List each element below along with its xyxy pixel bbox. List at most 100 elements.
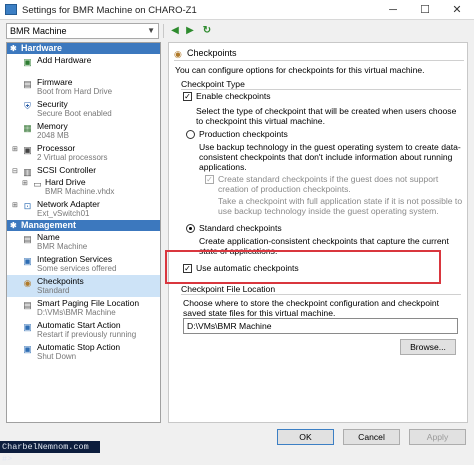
browse-button[interactable]: Browse... [400,339,456,355]
star-icon: ✱ [10,44,17,53]
hardware-section-header[interactable]: ✱ Hardware [7,43,160,54]
console-watermark: CharbelNemnom.com #> [0,441,100,464]
expand-icon[interactable]: ⊞ [22,179,28,187]
tree-item-label: Smart Paging File Location [37,298,140,308]
tree-item-name[interactable]: ▤ Name BMR Machine [7,231,160,253]
memory-icon: ▦ [23,123,32,133]
network-icon: ⊡ [23,201,32,211]
machine-dropdown-value: BMR Machine [10,26,67,36]
checkpoint-type-group-label: Checkpoint Type [181,79,245,89]
tree-item-label: Processor [37,143,76,153]
back-arrow-icon[interactable]: ◀ [168,23,182,38]
cancel-button[interactable]: Cancel [343,429,400,445]
tree-item-label: Network Adapter [37,199,100,209]
tree-item-label: Integration Services [37,254,113,264]
forward-arrow-icon[interactable]: ▶ [183,23,197,38]
tree-item-sub: Restart if previously running [37,330,137,339]
tree-item-label: Hard Drive [45,177,86,187]
maximize-button[interactable]: ☐ [410,0,440,20]
tree-item-label: Automatic Start Action [37,320,121,330]
create-standard-checkbox[interactable]: ✓ [205,175,214,184]
enable-checkpoints-checkbox[interactable]: ✓ [183,92,192,101]
divider [181,89,461,90]
toolbar-separator [163,24,164,38]
tree-item-label: SCSI Controller [37,165,97,175]
tree-item-sub: BMR Machine.vhdx [45,187,115,196]
start-action-icon: ▣ [23,322,32,332]
tree-item-hard-drive[interactable]: ⊞ ▭ Hard Drive BMR Machine.vhdx [7,176,160,198]
tree-item-checkpoints[interactable]: ◉ Checkpoints Standard [7,275,160,297]
enable-checkpoints-label: Enable checkpoints [196,91,271,101]
panel-heading: Checkpoints [187,48,237,58]
apply-button[interactable]: Apply [409,429,466,445]
shield-icon: ⛨ [24,101,31,111]
tree-item-network-adapter[interactable]: ⊞ ⊡ Network Adapter Ext_vSwitch01 [7,198,160,220]
tree-item-sub: Boot from Hard Drive [37,87,113,96]
expand-icon[interactable]: ⊞ [12,201,18,209]
integration-icon: ▣ [23,256,32,266]
tree-item-sub: Standard [37,286,70,295]
tree-item-label: Checkpoints [37,276,84,286]
window-title: Settings for BMR Machine on CHARO-Z1 [22,5,197,16]
tree-item-sub: Shut Down [37,352,77,361]
machine-dropdown[interactable]: BMR Machine ▼ [6,23,159,39]
tree-item-scsi[interactable]: ⊟ ▥ SCSI Controller [7,164,160,177]
create-standard-label: Create standard checkpoints if the guest… [218,174,439,195]
minimize-button[interactable]: ─ [378,0,408,20]
tree-item-firmware[interactable]: ▤ Firmware Boot from Hard Drive [7,76,160,98]
tree-item-label: Memory [37,121,68,131]
production-checkpoints-label: Production checkpoints [199,129,288,139]
checkpoint-location-input[interactable]: D:\VMs\BMR Machine [183,318,458,334]
tree-item-label: Name [37,232,60,242]
tree-item-label: Automatic Stop Action [37,342,121,352]
tree-item-label: Security [37,99,68,109]
checkpoint-icon: ◉ [23,278,32,288]
tree-item-sub: 2 Virtual processors [37,153,108,162]
title-bar: Settings for BMR Machine on CHARO-Z1 ─ ☐… [0,0,474,20]
intro-text: You can configure options for checkpoint… [175,65,425,75]
hardware-header-label: Hardware [21,43,63,53]
tree-item-smart-paging[interactable]: ▤ Smart Paging File Location D:\VMs\BMR … [7,297,160,319]
standard-checkpoints-label: Standard checkpoints [199,223,282,233]
divider [181,294,461,295]
ok-button[interactable]: OK [277,429,334,445]
settings-tree[interactable]: ✱ Hardware ▣ Add Hardware ▤ Firmware Boo… [6,42,161,423]
expand-icon[interactable]: ⊞ [12,145,18,153]
star-icon: ✱ [10,221,17,230]
tree-item-integration-services[interactable]: ▣ Integration Services Some services off… [7,253,160,275]
create-standard-description: Take a checkpoint with full application … [218,196,463,217]
tree-item-auto-stop[interactable]: ▣ Automatic Stop Action Shut Down [7,341,160,363]
divider [174,60,464,61]
tree-item-auto-start[interactable]: ▣ Automatic Start Action Restart if prev… [7,319,160,341]
tree-item-label: Add Hardware [37,55,92,65]
tree-item-processor[interactable]: ⊞ ▣ Processor 2 Virtual processors [7,142,160,164]
close-button[interactable]: ✕ [442,0,472,20]
tree-item-sub: Ext_vSwitch01 [37,209,90,218]
tree-item-sub: BMR Machine [37,242,88,251]
tree-item-security[interactable]: ⛨ Security Secure Boot enabled [7,98,160,120]
settings-app-icon [5,4,17,15]
firmware-icon: ▤ [23,79,32,89]
refresh-icon[interactable]: ↻ [200,23,214,38]
file-location-group-label: Checkpoint File Location [181,284,276,294]
processor-icon: ▣ [23,145,32,155]
tree-item-sub: Some services offered [37,264,117,273]
tree-item-add-hardware[interactable]: ▣ Add Hardware [7,54,160,76]
add-hardware-icon: ▣ [23,57,32,67]
management-section-header[interactable]: ✱ Management [7,220,160,231]
tree-item-memory[interactable]: ▦ Memory 2048 MB [7,120,160,142]
standard-checkpoints-radio[interactable] [186,224,195,233]
checkpoints-panel: ◉ Checkpoints You can configure options … [168,42,468,423]
tree-item-sub: D:\VMs\BMR Machine [37,308,116,317]
select-type-text: Select the type of checkpoint that will … [196,106,457,127]
hard-drive-icon: ▭ [33,179,42,189]
tree-item-sub: Secure Boot enabled [37,109,112,118]
highlight-annotation [165,250,441,284]
production-checkpoints-radio[interactable] [186,130,195,139]
chevron-down-icon: ▼ [147,26,155,35]
location-description: Choose where to store the checkpoint con… [183,298,440,319]
name-icon: ▤ [23,234,32,244]
toolbar: BMR Machine ▼ ◀ ▶ ↻ [0,21,474,41]
collapse-icon[interactable]: ⊟ [12,167,18,175]
checkpoint-icon: ◉ [174,49,182,59]
